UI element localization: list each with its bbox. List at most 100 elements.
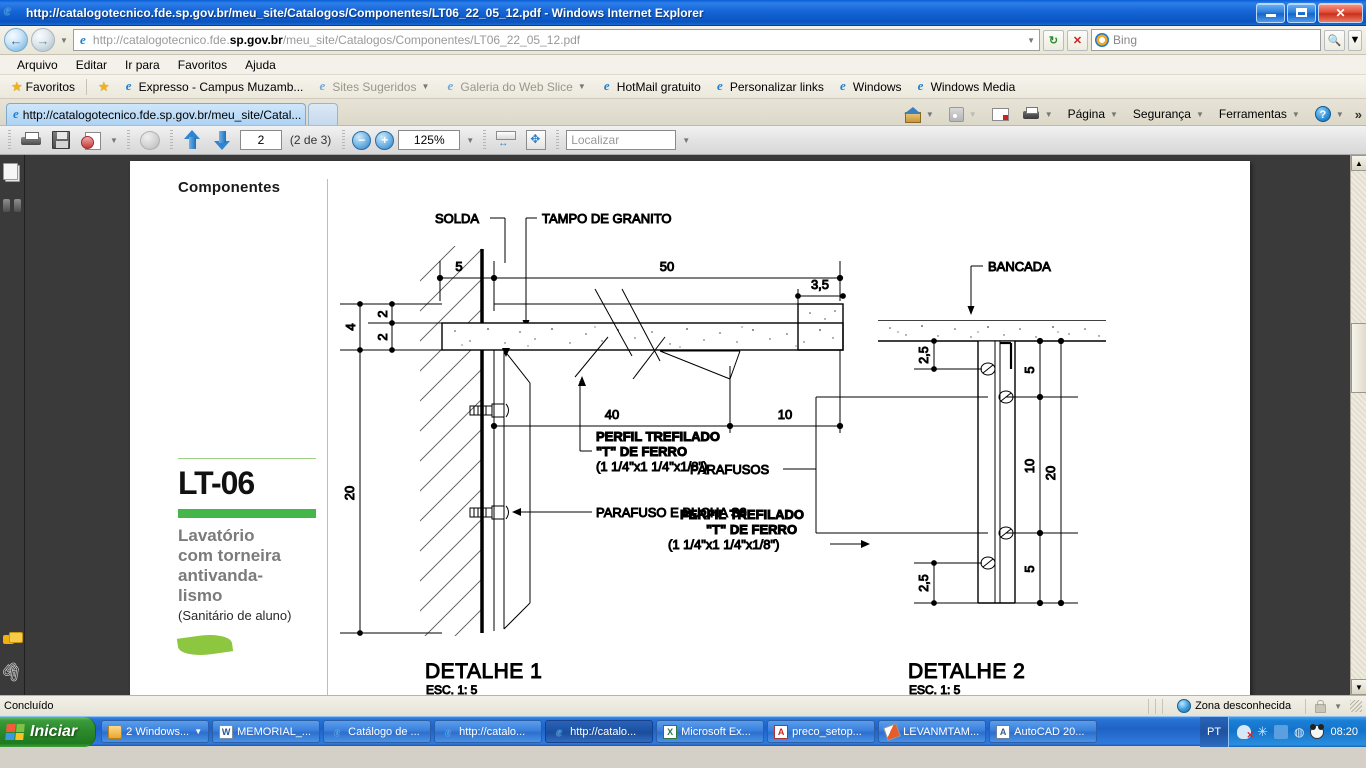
task-button-preco-setop[interactable]: preco_setop... (767, 720, 876, 743)
fit-width-button[interactable]: ↔ (493, 128, 519, 152)
antivirus-icon[interactable] (1310, 723, 1325, 739)
zone-chevron-down-icon[interactable]: ▼ (1332, 702, 1344, 711)
arrow-down-icon (214, 130, 231, 150)
chevron-down-icon[interactable]: ▼ (1290, 110, 1302, 119)
start-button[interactable]: Iniciar (0, 716, 97, 747)
security-zone[interactable]: Zona desconhecida (1169, 699, 1299, 713)
new-tab-button[interactable] (308, 103, 338, 125)
feeds-button[interactable]: ▼ (945, 106, 983, 123)
find-input[interactable]: Localizar (566, 130, 677, 150)
user-icon[interactable] (1237, 724, 1254, 741)
comments-panel-button[interactable] (2, 629, 23, 649)
zoom-chevron-down-icon[interactable]: ▼ (464, 136, 476, 145)
clock[interactable]: 08:20 (1330, 726, 1358, 738)
pages-panel-button[interactable] (2, 162, 22, 183)
task-button-windows-group[interactable]: 2 Windows... ▼ (101, 720, 210, 743)
chevron-down-icon[interactable]: ▼ (924, 110, 936, 119)
menu-item-editar[interactable]: Editar (67, 56, 116, 74)
search-icon: 🔍 (1327, 34, 1342, 47)
pdf-save-button[interactable] (48, 128, 74, 152)
mail-icon (991, 107, 1009, 121)
svg-text:"T" DE FERRO: "T" DE FERRO (596, 444, 687, 459)
favorite-personalizar-links[interactable]: e Personalizar links (708, 78, 829, 95)
task-button-autocad[interactable]: AutoCAD 20... (989, 720, 1098, 743)
zoom-in-button[interactable]: + (375, 130, 395, 150)
menu-item-ir-para[interactable]: Ir para (116, 56, 169, 74)
address-input[interactable]: e http://catalogotecnico.fde.sp.gov.br/m… (72, 29, 1040, 51)
task-button-memorial[interactable]: MEMORIAL_... (212, 720, 321, 743)
chevron-down-icon[interactable]: ▼ (1194, 110, 1206, 119)
favorite-label: Personalizar links (729, 79, 824, 94)
restore-button[interactable] (1287, 2, 1316, 23)
language-indicator[interactable]: PT (1200, 716, 1229, 747)
previous-page-button[interactable] (180, 128, 206, 152)
resize-grip[interactable] (1350, 700, 1362, 712)
address-dropdown-icon[interactable]: ▼ (1025, 36, 1037, 45)
menu-item-ajuda[interactable]: Ajuda (236, 56, 285, 74)
favorite-hotmail[interactable]: e HotMail gratuito (595, 78, 706, 95)
favorite-galeria-web-slice[interactable]: e Galeria do Web Slice ▼ (438, 78, 592, 95)
pdf-page-canvas[interactable]: Componentes LT-06 Lavatório com torneira… (25, 155, 1366, 695)
svg-text:20: 20 (342, 486, 357, 500)
favorites-button[interactable]: ★ Favoritos (6, 79, 80, 95)
back-button[interactable]: ← (4, 28, 28, 52)
security-menu-button[interactable]: Segurança ▼ (1129, 106, 1210, 122)
favorite-windows-media[interactable]: e Windows Media (909, 78, 1021, 95)
task-button-catalogo[interactable]: e Catálogo de ... (323, 720, 432, 743)
mail-button[interactable] (988, 107, 1013, 122)
chevron-down-icon[interactable]: ▼ (576, 82, 588, 91)
svg-text:5: 5 (1022, 565, 1037, 572)
task-button-levanmtam[interactable]: LEVANMTAM... (878, 720, 987, 743)
task-button-excel[interactable]: Microsoft Ex... (656, 720, 765, 743)
print-button[interactable]: ▼ (1018, 106, 1059, 123)
scroll-down-button[interactable]: ▼ (1351, 679, 1366, 695)
menu-item-favoritos[interactable]: Favoritos (169, 56, 236, 74)
pdf-print-button[interactable] (18, 128, 44, 152)
fit-page-button[interactable] (523, 128, 549, 152)
scroll-up-button[interactable]: ▲ (1351, 155, 1366, 171)
tools-menu-button[interactable]: Ferramentas ▼ (1215, 106, 1306, 122)
favorite-label: Windows Media (930, 79, 1016, 94)
stop-button[interactable]: ✕ (1067, 29, 1088, 51)
zoom-level-input[interactable]: 125% (398, 130, 461, 150)
task-button-catalogo-url-2[interactable]: e http://catalo... (545, 720, 654, 743)
close-button[interactable]: ✕ (1318, 2, 1363, 23)
pdf-email-button[interactable] (78, 128, 104, 152)
search-input[interactable]: Bing (1091, 29, 1321, 51)
add-favorite-button[interactable]: ★ (93, 79, 115, 94)
favorite-sites-sugeridos[interactable]: e Sites Sugeridos ▼ (310, 78, 436, 95)
chevron-down-icon[interactable]: ▼ (1334, 110, 1346, 119)
tab-catalogo[interactable]: e http://catalogotecnico.fde.sp.gov.br/m… (6, 103, 306, 125)
task-button-catalogo-url-1[interactable]: e http://catalo... (434, 720, 543, 743)
overflow-chevron-icon[interactable]: » (1355, 107, 1362, 122)
zoom-out-button[interactable]: − (352, 130, 372, 150)
page-menu-button[interactable]: Página ▼ (1064, 106, 1124, 122)
find-chevron-down-icon[interactable]: ▼ (680, 136, 692, 145)
search-go-button[interactable]: 🔍 (1324, 29, 1345, 51)
menu-item-arquivo[interactable]: Arquivo (8, 56, 67, 74)
chevron-down-icon[interactable]: ▼ (419, 82, 431, 91)
attachments-panel-button[interactable]: 🖇 (0, 658, 26, 684)
page-number-input[interactable]: 2 (239, 130, 282, 150)
favorite-expresso[interactable]: e Expresso - Campus Muzamb... (117, 78, 309, 95)
volume-icon[interactable]: ◍ (1294, 725, 1304, 739)
home-button[interactable]: ▼ (900, 106, 940, 123)
forward-button[interactable]: → (31, 28, 55, 52)
search-panel-button[interactable] (2, 195, 22, 215)
network-icon[interactable]: ✳ (1257, 724, 1268, 739)
search-provider-caret[interactable]: ▼ (1348, 29, 1362, 51)
ie-icon: e (556, 723, 563, 739)
refresh-button[interactable]: ↻ (1043, 29, 1064, 51)
favorite-windows[interactable]: e Windows (831, 78, 907, 95)
chevron-down-icon[interactable]: ▼ (108, 136, 120, 145)
history-caret-icon[interactable]: ▼ (58, 36, 70, 45)
messenger-icon[interactable] (1273, 724, 1288, 739)
help-menu-button[interactable]: ? ▼ (1311, 105, 1350, 123)
next-page-button[interactable] (210, 128, 236, 152)
chevron-down-icon[interactable]: ▼ (194, 727, 202, 736)
chevron-down-icon[interactable]: ▼ (1043, 110, 1055, 119)
scrollbar-vertical[interactable]: ▲ ▼ (1350, 155, 1366, 695)
chevron-down-icon[interactable]: ▼ (1108, 110, 1120, 119)
scrollbar-thumb[interactable] (1351, 323, 1366, 393)
minimize-button[interactable] (1256, 2, 1285, 23)
